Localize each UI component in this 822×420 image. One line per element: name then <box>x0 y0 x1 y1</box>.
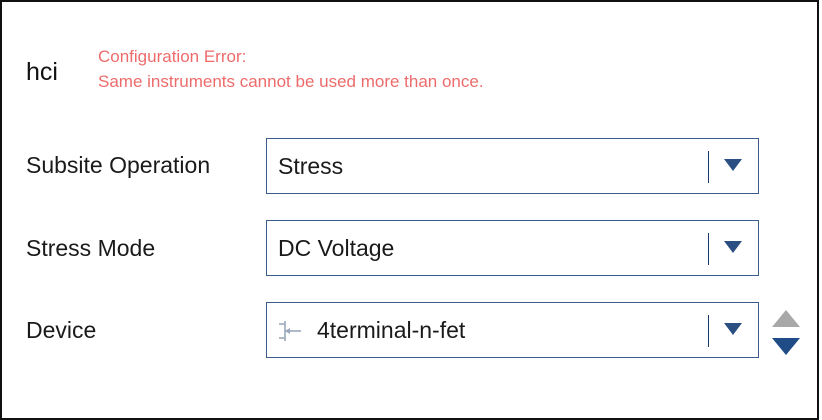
dropdown-divider <box>708 233 709 265</box>
triangle-up-icon[interactable] <box>770 307 802 329</box>
page-title: hci <box>26 58 58 86</box>
transistor-icon <box>279 321 301 341</box>
subsite-operation-value: Stress <box>278 153 344 179</box>
stress-mode-label: Stress Mode <box>26 235 156 261</box>
configuration-error: Configuration Error: Same instruments ca… <box>98 44 484 94</box>
device-label: Device <box>26 317 97 343</box>
stress-mode-select[interactable]: DC Voltage <box>266 220 759 276</box>
device-value: 4terminal-n-fet <box>317 317 466 343</box>
error-message: Same instruments cannot be used more tha… <box>98 72 484 91</box>
subsite-operation-select[interactable]: Stress <box>266 138 759 194</box>
error-heading: Configuration Error: <box>98 47 247 66</box>
config-panel: hci Configuration Error: Same instrument… <box>0 0 819 420</box>
triangle-down-icon[interactable] <box>770 336 802 358</box>
dropdown-divider <box>708 151 709 183</box>
caret-down-icon[interactable] <box>724 323 742 337</box>
stress-mode-value: DC Voltage <box>278 235 395 261</box>
dropdown-divider <box>708 315 709 347</box>
caret-down-icon[interactable] <box>724 241 742 255</box>
subsite-operation-label: Subsite Operation <box>26 152 211 178</box>
caret-down-icon[interactable] <box>724 159 742 173</box>
device-select[interactable]: 4terminal-n-fet <box>266 302 759 358</box>
